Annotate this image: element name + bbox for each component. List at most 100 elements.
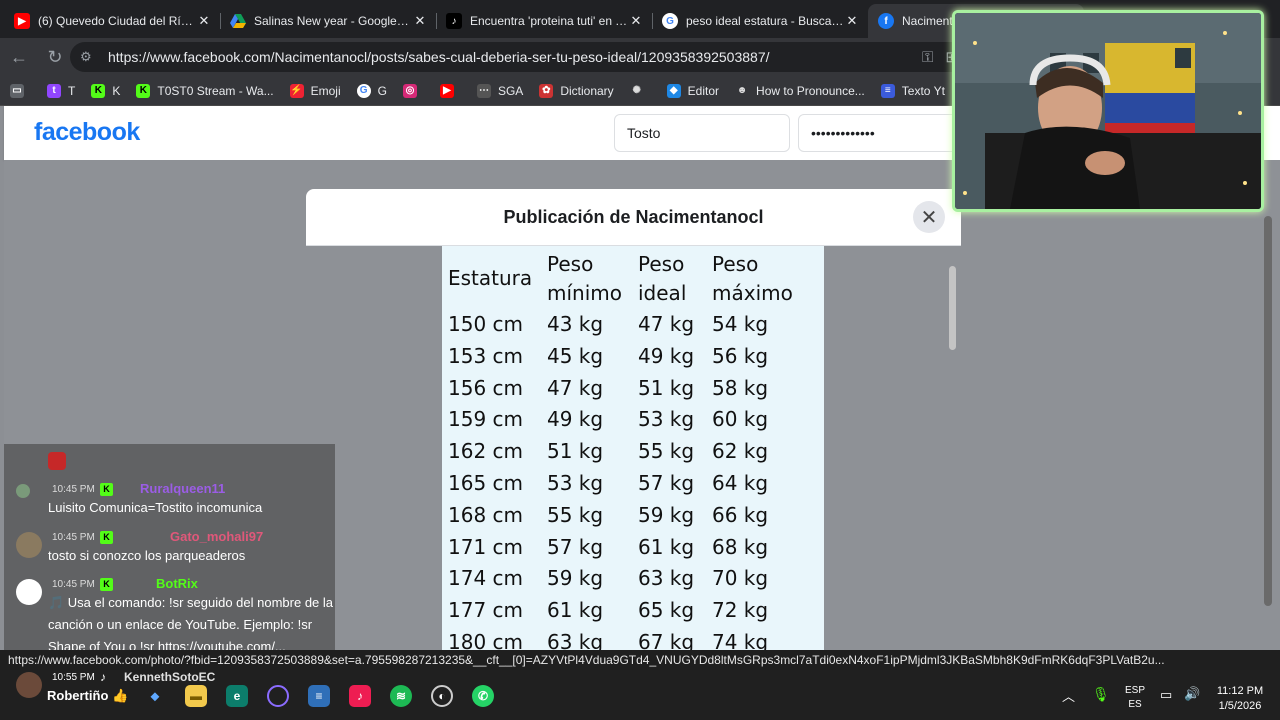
file-explorer-icon[interactable]: ▬ <box>185 685 207 707</box>
table-cell: 49 kg <box>638 343 695 368</box>
table-cell: 74 kg <box>712 630 769 650</box>
tab-tiktok[interactable]: ♪ Encuentra 'proteina tuti' en TikTo ✕ <box>436 4 652 38</box>
bookmark-apps[interactable]: ▭ <box>10 83 31 98</box>
keyboard-layout: ES <box>1128 699 1142 710</box>
language-indicator[interactable]: ESP ES <box>1120 684 1150 712</box>
microphone-icon[interactable]: 🎙 <box>1092 686 1110 703</box>
chat-username: KennethSotoEC <box>124 670 216 684</box>
network-icon[interactable]: ▭ <box>1160 687 1172 703</box>
instagram-icon: ◎ <box>402 83 417 98</box>
bookmark-google[interactable]: GG <box>356 83 387 98</box>
bookmark-label: T0ST0 Stream - Wa... <box>157 83 274 98</box>
spotify-icon[interactable]: ≋ <box>390 685 412 707</box>
editor-icon: ◆ <box>666 83 681 98</box>
table-cell: 57 kg <box>638 471 695 495</box>
bookmark-sga[interactable]: ⋯ SGA <box>476 83 523 98</box>
close-icon[interactable]: ✕ <box>628 13 644 29</box>
bookmark-instagram[interactable]: ◎ <box>402 83 424 98</box>
chevron-up-icon[interactable]: ︿ <box>1062 686 1075 705</box>
people-icon: ☻ <box>736 85 748 96</box>
table-cell: 49 kg <box>547 407 604 432</box>
table-header-line: Peso <box>638 252 685 276</box>
table-cell: 70 kg <box>712 566 769 591</box>
webcam-overlay <box>952 10 1264 212</box>
tiktok-icon: ♪ <box>100 670 106 684</box>
chat-text: Robertiño 👍 <box>47 688 129 703</box>
table-cell: 53 kg <box>638 407 695 432</box>
facebook-icon: f <box>878 13 894 29</box>
whatsapp-icon[interactable]: ✆ <box>472 685 494 707</box>
table-header: Peso máximo <box>712 250 793 308</box>
bookmark-dictionary[interactable]: ✿ Dictionary <box>539 83 614 98</box>
login-password-field[interactable]: ••••••••••••• <box>798 114 974 152</box>
table-header-line: mínimo <box>547 281 622 305</box>
chat-time: 10:55 PM <box>52 672 95 683</box>
tab-title: Encuentra 'proteina tuti' en TikTo <box>470 14 628 28</box>
table-cell: 59 kg <box>547 566 604 591</box>
chat-username: BotRix <box>156 576 198 591</box>
table-cell: 171 cm <box>448 534 524 559</box>
stream-chat-overlay: 10:45 PM K Ruralqueen11 Luisito Comunica… <box>4 444 335 656</box>
tab-google-drive[interactable]: Salinas New year - Google Drive ✕ <box>220 4 436 38</box>
close-icon[interactable]: ✕ <box>412 13 428 29</box>
windows-taskbar: 10:55 PM ♪ KennethSotoEC Robertiño 👍 ⬥ ▬… <box>0 670 1280 720</box>
vpn-icon[interactable]: ⬥ <box>144 685 166 707</box>
bookmark-tosto-stream[interactable]: K T0ST0 Stream - Wa... <box>136 83 274 98</box>
close-icon[interactable]: ✕ <box>844 13 860 29</box>
table-header: Peso mínimo <box>547 250 622 308</box>
table-cell: 174 cm <box>448 566 524 591</box>
tab-google-search[interactable]: G peso ideal estatura - Buscar con ✕ <box>652 4 868 38</box>
bookmark-kick[interactable]: KK <box>91 83 120 98</box>
bookmark-texto-yt[interactable]: ≡ Texto Yt <box>880 83 945 98</box>
chat-time: 10:45 PM <box>52 532 95 543</box>
close-icon[interactable]: ✕ <box>196 13 212 29</box>
close-button[interactable]: ✕ <box>913 201 945 233</box>
clock-time: 11:12 PM <box>1216 685 1264 697</box>
youtube-icon: ▶ <box>14 13 30 29</box>
weight-table-image[interactable]: Estatura Peso mínimo Peso ideal Peso máximo 150… <box>442 246 824 650</box>
table-header-line: máximo <box>712 281 793 305</box>
table-header-line: Peso <box>547 252 594 276</box>
edge-icon[interactable]: e <box>226 685 248 707</box>
notes-icon[interactable]: ≡ <box>308 685 330 707</box>
chat-text: 🎵 Usa el comando: !sr seguido del nombre… <box>48 595 334 654</box>
table-cell: 156 cm <box>448 375 524 400</box>
table-cell: 153 cm <box>448 343 524 368</box>
table-cell: 162 cm <box>448 439 524 464</box>
address-bar[interactable]: ⚙ https://www.facebook.com/Nacimentanocl… <box>70 42 970 72</box>
obs-icon[interactable]: ◐ <box>431 685 453 707</box>
table-cell: 63 kg <box>547 630 604 650</box>
bookmark-youtube[interactable]: ▶ <box>439 83 461 98</box>
openai-icon: ✺ <box>632 85 641 96</box>
bookmark-twitch[interactable]: tT <box>47 83 75 98</box>
table-cell: 60 kg <box>712 407 769 432</box>
bookmark-how-to-pronounce[interactable]: ☻ How to Pronounce... <box>735 84 865 98</box>
webcam-feed <box>955 13 1261 209</box>
facebook-logo[interactable]: facebook <box>34 118 140 147</box>
tab-youtube[interactable]: ▶ (6) Quevedo Ciudad del Río - Re ✕ <box>4 4 220 38</box>
tiktok-icon[interactable]: ♪ <box>349 685 371 707</box>
key-icon[interactable]: ⚿ <box>922 49 933 66</box>
site-info-icon[interactable]: ⚙ <box>80 49 98 65</box>
kick-badge-icon: K <box>100 483 113 496</box>
bookmark-openai[interactable]: ✺ <box>630 84 651 98</box>
bookmark-emoji[interactable]: ⚡ Emoji <box>289 83 341 98</box>
cortana-icon[interactable] <box>267 685 289 707</box>
kick-badge-icon: K <box>100 578 113 591</box>
taskbar-clock[interactable]: 11:12 PM 1/5/2026 <box>1205 684 1275 714</box>
volume-icon[interactable]: 🔊 <box>1184 686 1200 702</box>
bookmark-editor[interactable]: ◆ Editor <box>666 83 719 98</box>
modal-title: Publicación de Nacimentanocl <box>503 207 764 227</box>
back-arrow-icon[interactable]: ← <box>2 40 36 74</box>
avatar <box>16 484 30 498</box>
modal-scrollbar[interactable] <box>949 266 956 350</box>
docs-icon: ≡ <box>880 83 895 98</box>
login-email-field[interactable]: Tosto <box>614 114 790 152</box>
page-scrollbar[interactable] <box>1264 216 1272 606</box>
table-cell: 67 kg <box>638 630 695 650</box>
table-cell: 47 kg <box>547 375 604 400</box>
botrix-avatar <box>16 579 42 605</box>
table-header-line: Peso <box>712 252 759 276</box>
sticker-icon <box>48 452 66 470</box>
reload-icon[interactable]: ↻ <box>38 40 72 74</box>
